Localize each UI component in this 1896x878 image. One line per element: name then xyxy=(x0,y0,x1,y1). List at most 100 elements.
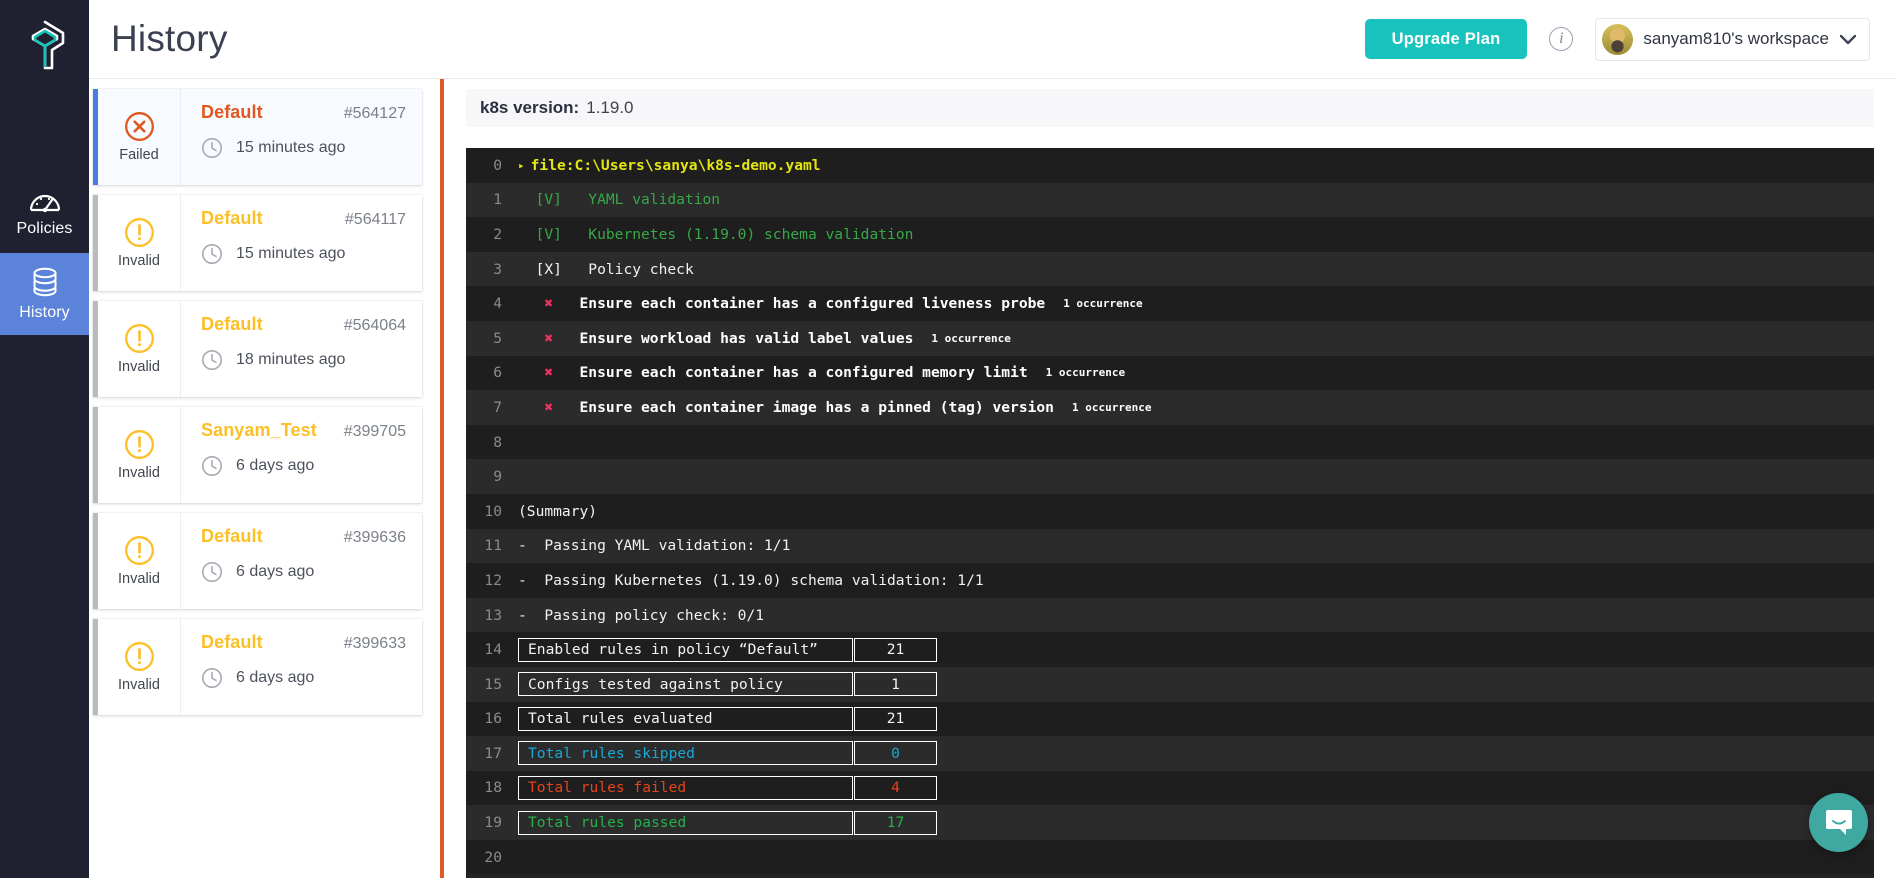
history-card[interactable]: Failed Default #564127 15 minutes ago xyxy=(93,89,422,185)
datree-logo-icon xyxy=(31,20,64,69)
chevron-down-icon xyxy=(1839,34,1857,44)
status-label: Invalid xyxy=(118,677,160,693)
sidebar-item-policies[interactable]: Policies xyxy=(0,171,89,253)
info-icon[interactable]: i xyxy=(1549,27,1574,51)
check-mark-text: [V] xyxy=(518,225,589,243)
policy-name: Default xyxy=(201,102,263,122)
error-circle-icon xyxy=(124,112,154,141)
terminal-line: 7 ✖ Ensure each container image has a pi… xyxy=(466,390,1874,425)
history-card-title-row: Default #399636 xyxy=(201,526,406,547)
terminal-line-content: ✖ Ensure each container has a configured… xyxy=(518,364,1874,381)
history-card[interactable]: Invalid Default #399633 6 days ago xyxy=(93,619,422,715)
status-label: Invalid xyxy=(118,253,160,269)
summary-text: (Summary) xyxy=(518,502,598,520)
history-list[interactable]: Failed Default #564127 15 minutes ago Invali… xyxy=(91,89,440,715)
terminal-line-number: 7 xyxy=(493,398,502,416)
terminal-line: 0 ▸ file:C:\Users\sanya\k8s-demo.yaml xyxy=(466,148,1874,183)
left-rail: Policies History xyxy=(0,0,89,878)
terminal-line-number: 18 xyxy=(484,779,502,797)
terminal-line-number: 4 xyxy=(493,295,502,313)
history-card-body: Default #564117 15 minutes ago xyxy=(181,195,422,291)
status-badge: Invalid xyxy=(98,407,181,503)
terminal-output[interactable]: 0 ▸ file:C:\Users\sanya\k8s-demo.yaml 1 [V]… xyxy=(466,148,1874,878)
clock-icon xyxy=(202,562,222,582)
workspace-name: sanyam810's workspace xyxy=(1643,29,1829,48)
history-card[interactable]: Invalid Default #564117 15 minutes ago xyxy=(93,195,422,291)
terminal-line-content: ✖ Ensure each container has a configured… xyxy=(518,295,1874,312)
run-timestamp: 6 days ago xyxy=(236,563,315,580)
main-area: History Upgrade Plan i sanyam810's works… xyxy=(89,0,1896,878)
rule-text: Ensure workload has valid label values xyxy=(579,329,914,347)
history-scrollbar[interactable] xyxy=(434,89,440,878)
expand-triangle-icon[interactable]: ▸ xyxy=(518,159,525,172)
history-card[interactable]: Invalid Default #564064 18 minutes ago xyxy=(93,301,422,397)
sidebar-item-history[interactable]: History xyxy=(0,253,89,335)
occurrence-count: 1 occurrence xyxy=(1063,297,1143,311)
history-card-time-row: 6 days ago xyxy=(201,667,406,689)
summary-table-label: Total rules failed xyxy=(518,775,853,800)
k8s-version-value: 1.19.0 xyxy=(586,98,634,117)
app-logo[interactable] xyxy=(0,0,89,89)
policy-name: Sanyam_Test xyxy=(201,420,317,440)
terminal-line-content: Total rules evaluated 21 xyxy=(518,706,1874,731)
summary-text: - Passing Kubernetes (1.19.0) schema val… xyxy=(518,571,984,589)
terminal-line: 18 Total rules failed 4 xyxy=(466,770,1874,806)
terminal-line: 15 Configs tested against policy 1 xyxy=(466,666,1874,702)
history-card-time-row: 18 minutes ago xyxy=(201,349,406,371)
run-timestamp: 15 minutes ago xyxy=(236,139,346,156)
terminal-line-number: 17 xyxy=(484,744,502,762)
warning-circle-icon xyxy=(124,324,154,353)
history-card-title-row: Default #399633 xyxy=(201,632,406,653)
summary-text: - Passing policy check: 0/1 xyxy=(518,606,765,624)
status-badge: Invalid xyxy=(98,195,181,291)
summary-table-value: 0 xyxy=(854,741,937,766)
terminal-line: 5 ✖ Ensure workload has valid label valu… xyxy=(466,320,1874,356)
warning-circle-icon xyxy=(124,218,154,247)
terminal-line: 20 xyxy=(466,839,1874,875)
terminal-line-number: 2 xyxy=(493,225,502,243)
summary-table-label: Total rules passed xyxy=(518,810,853,835)
terminal-line-content: - Passing Kubernetes (1.19.0) schema val… xyxy=(518,572,1874,589)
run-timestamp: 6 days ago xyxy=(236,669,315,686)
status-badge: Invalid xyxy=(98,619,181,715)
history-card[interactable]: Invalid Default #399636 6 days ago xyxy=(93,513,422,609)
terminal-line: 19 Total rules passed 17 xyxy=(466,805,1874,840)
history-card[interactable]: Invalid Sanyam_Test #399705 6 days ago xyxy=(93,407,422,503)
summary-table-label: Total rules evaluated xyxy=(518,706,853,731)
status-badge: Failed xyxy=(98,89,181,185)
upgrade-plan-button[interactable]: Upgrade Plan xyxy=(1364,19,1528,59)
history-card-time-row: 15 minutes ago xyxy=(201,137,406,159)
terminal-line: 4 ✖ Ensure each container has a configur… xyxy=(466,286,1874,321)
rule-text: Ensure each container has a configured l… xyxy=(579,295,1046,313)
terminal-line-number: 0 xyxy=(493,156,502,174)
run-id: #399705 xyxy=(343,423,406,440)
rule-fail-x-icon: ✖ xyxy=(518,398,580,416)
workspace-switcher[interactable]: sanyam810's workspace xyxy=(1595,17,1870,61)
history-card-title-row: Sanyam_Test #399705 xyxy=(201,420,406,441)
warning-circle-icon xyxy=(124,642,154,671)
history-card-time-row: 15 minutes ago xyxy=(201,243,406,265)
terminal-line: 14 Enabled rules in policy “Default” 21 xyxy=(466,632,1874,667)
terminal-line-content: (Summary) xyxy=(518,503,1874,520)
policy-name: Default xyxy=(201,632,263,652)
policy-name: Default xyxy=(201,526,263,546)
rule-fail-x-icon: ✖ xyxy=(518,295,580,313)
run-id: #564117 xyxy=(344,211,406,228)
sidebar-item-history-label: History xyxy=(19,303,70,321)
rule-fail-x-icon: ✖ xyxy=(518,364,580,382)
clock-icon xyxy=(202,668,222,688)
intercom-chat-button[interactable] xyxy=(1809,793,1868,852)
run-detail-pane: k8s version: 1.19.0 0 ▸ file:C:\Users\sany… xyxy=(440,79,1896,878)
run-id: #564127 xyxy=(343,105,406,122)
terminal-line-number: 19 xyxy=(484,814,502,832)
history-card-title-row: Default #564117 xyxy=(201,208,406,229)
terminal-line-number: 11 xyxy=(484,537,502,555)
gauge-icon xyxy=(29,194,60,212)
terminal-line-content: Configs tested against policy 1 xyxy=(518,672,1874,697)
summary-table-value: 4 xyxy=(854,775,937,800)
clock-icon xyxy=(202,350,222,370)
terminal-line-number: 15 xyxy=(484,675,502,693)
terminal-line-content: ✖ Ensure workload has valid label values… xyxy=(518,330,1874,347)
terminal-line-content: - Passing policy check: 0/1 xyxy=(518,607,1874,624)
occurrence-count: 1 occurrence xyxy=(1045,366,1126,380)
